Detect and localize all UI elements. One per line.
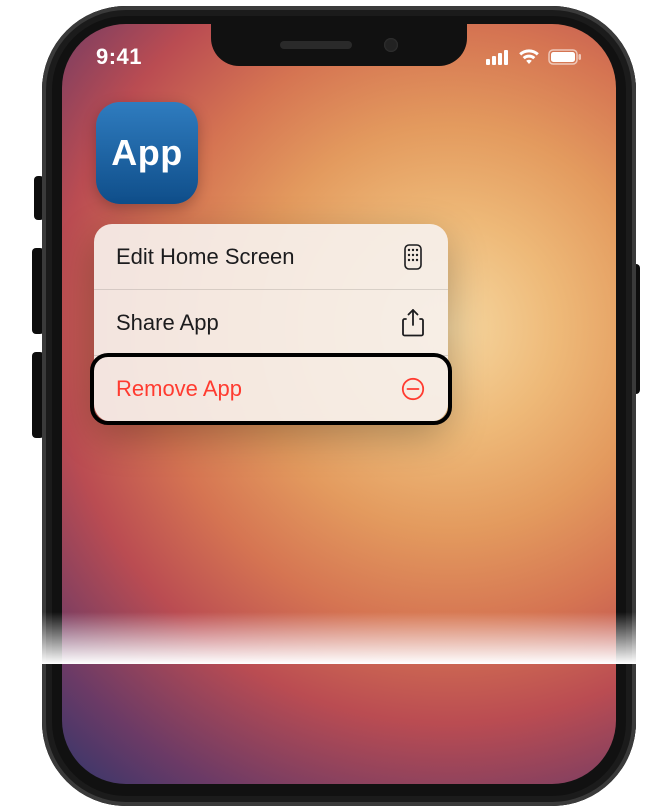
share-icon (400, 309, 426, 337)
app-icon-label: App (111, 132, 182, 174)
status-time: 9:41 (96, 44, 142, 70)
remove-icon (400, 377, 426, 401)
menu-item-remove-app[interactable]: Remove App (94, 356, 448, 422)
cellular-icon (486, 49, 510, 65)
status-bar: 9:41 (62, 40, 616, 74)
menu-item-label: Share App (116, 310, 219, 336)
menu-item-label: Edit Home Screen (116, 244, 295, 270)
home-screen: 9:41 (62, 24, 616, 784)
wifi-icon (518, 49, 540, 65)
app-icon[interactable]: App (96, 102, 198, 204)
context-menu: Edit Home Screen Share App (94, 224, 448, 422)
status-indicators (486, 49, 582, 65)
battery-icon (548, 49, 582, 65)
menu-item-share-app[interactable]: Share App (94, 290, 448, 356)
menu-item-label: Remove App (116, 376, 242, 402)
homescreen-icon (400, 244, 426, 270)
menu-item-edit-home-screen[interactable]: Edit Home Screen (94, 224, 448, 290)
